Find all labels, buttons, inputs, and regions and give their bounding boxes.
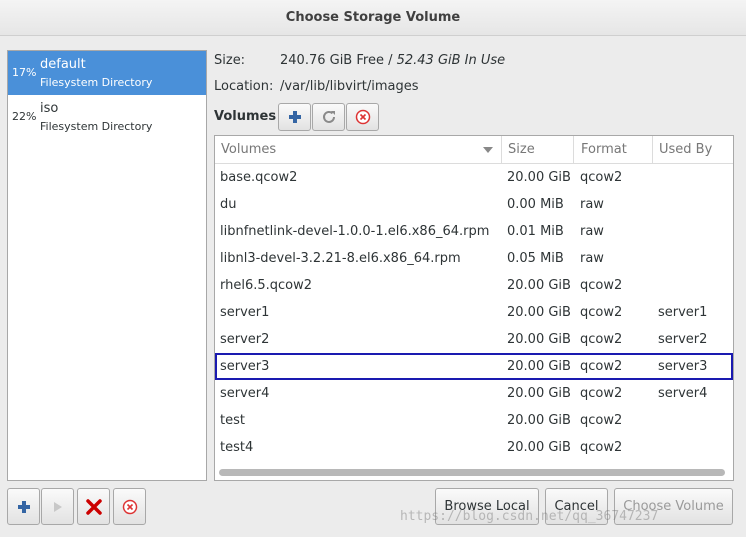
cell-format: qcow2 (580, 359, 623, 374)
size-value: 240.76 GiB Free / 52.43 GiB In Use (280, 53, 505, 68)
pool-name: default (40, 57, 86, 72)
cell-size: 0.00 MiB (507, 197, 564, 212)
refresh-volumes-button[interactable] (312, 103, 345, 131)
cell-size: 20.00 GiB (507, 440, 571, 455)
stop-icon (355, 109, 371, 125)
cell-size: 20.00 GiB (507, 332, 571, 347)
pool-item-iso[interactable]: 22% iso Filesystem Directory (8, 95, 206, 139)
cell-used-by (653, 245, 733, 272)
cell-name: du (220, 197, 237, 212)
pool-usage: 17% (12, 66, 37, 79)
cancel-button[interactable]: Cancel (545, 488, 608, 525)
pool-usage: 22% (12, 110, 37, 123)
refresh-icon (321, 109, 337, 125)
size-free: 240.76 GiB Free / (280, 53, 397, 68)
cell-format: qcow2 (580, 413, 623, 428)
pool-type: Filesystem Directory (40, 120, 153, 133)
cell-format: raw (580, 251, 604, 266)
cell-name: rhel6.5.qcow2 (220, 278, 313, 293)
cell-name: server1 (220, 305, 270, 320)
cell-used-by (653, 272, 733, 299)
table-row[interactable]: server4 20.00 GiB qcow2 server4 (215, 380, 733, 407)
cell-name: test (220, 413, 245, 428)
plus-icon (288, 110, 302, 124)
cell-format: qcow2 (580, 305, 623, 320)
table-row[interactable]: du 0.00 MiB raw (215, 191, 733, 218)
cell-size: 20.00 GiB (507, 359, 571, 374)
cell-used-by: server4 (658, 386, 708, 401)
cell-name: libnl3-devel-3.2.21-8.el6.x86_64.rpm (220, 251, 461, 266)
table-row[interactable]: rhel6.5.qcow2 20.00 GiB qcow2 (215, 272, 733, 299)
cell-used-by: server2 (658, 332, 708, 347)
table-row[interactable]: libnfnetlink-devel-1.0.0-1.el6.x86_64.rp… (215, 218, 733, 245)
cell-used-by: server1 (658, 305, 708, 320)
cell-name: test4 (220, 440, 254, 455)
cell-format: qcow2 (580, 278, 623, 293)
table-row[interactable]: server1 20.00 GiB qcow2 server1 (215, 299, 733, 326)
cell-used-by (653, 218, 733, 245)
table-row[interactable]: server3 20.00 GiB qcow2 server3 (215, 353, 733, 380)
cell-format: raw (580, 224, 604, 239)
add-volume-button[interactable] (278, 103, 311, 131)
pool-item-default[interactable]: 17% default Filesystem Directory (8, 51, 206, 95)
cell-format: qcow2 (580, 386, 623, 401)
table-row[interactable]: libnl3-devel-3.2.21-8.el6.x86_64.rpm 0.05… (215, 245, 733, 272)
delete-pool-button[interactable] (77, 488, 110, 525)
delete-volume-button[interactable] (346, 103, 379, 131)
cell-name: server3 (220, 359, 270, 374)
cell-size: 20.00 GiB (507, 413, 571, 428)
column-header-size[interactable]: Size (502, 136, 574, 164)
location-value: /var/lib/libvirt/images (280, 79, 419, 94)
cell-name: base.qcow2 (220, 170, 298, 185)
cell-size: 20.00 GiB (507, 386, 571, 401)
stop-pool-button[interactable] (113, 488, 146, 525)
cell-used-by: server3 (658, 359, 708, 374)
choose-volume-button[interactable]: Choose Volume (614, 488, 733, 525)
table-header: Volumes Size Format Used By (215, 136, 733, 164)
horizontal-scrollbar[interactable] (219, 469, 725, 476)
cell-name: server4 (220, 386, 270, 401)
cell-size: 20.00 GiB (507, 305, 571, 320)
cell-name: server2 (220, 332, 270, 347)
cell-size: 0.01 MiB (507, 224, 564, 239)
cell-format: qcow2 (580, 332, 623, 347)
cell-used-by (653, 164, 733, 191)
location-label: Location: (214, 79, 274, 94)
delete-x-icon (85, 498, 103, 516)
size-inuse: 52.43 GiB In Use (396, 53, 506, 68)
pool-type: Filesystem Directory (40, 76, 153, 89)
cell-used-by (653, 191, 733, 218)
column-header-volumes[interactable]: Volumes (215, 136, 502, 164)
cell-size: 20.00 GiB (507, 278, 571, 293)
cell-used-by (653, 407, 733, 434)
cell-name: libnfnetlink-devel-1.0.0-1.el6.x86_64.rp… (220, 224, 490, 239)
cell-size: 0.05 MiB (507, 251, 564, 266)
volumes-label: Volumes (214, 109, 277, 124)
plus-icon (17, 500, 31, 514)
table-row[interactable]: test 20.00 GiB qcow2 (215, 407, 733, 434)
add-pool-button[interactable] (7, 488, 40, 525)
table-row[interactable]: test4 20.00 GiB qcow2 (215, 434, 733, 461)
table-row[interactable]: server2 20.00 GiB qcow2 server2 (215, 326, 733, 353)
play-icon (53, 501, 63, 513)
sort-descending-icon (483, 147, 493, 153)
start-pool-button[interactable] (41, 488, 74, 525)
dialog-title: Choose Storage Volume (0, 0, 746, 36)
browse-local-button[interactable]: Browse Local (435, 488, 539, 525)
cell-format: qcow2 (580, 170, 623, 185)
cell-size: 20.00 GiB (507, 170, 571, 185)
table-row[interactable]: base.qcow2 20.00 GiB qcow2 (215, 164, 733, 191)
storage-pool-list[interactable]: 17% default Filesystem Directory 22% iso… (7, 50, 207, 481)
cell-used-by (653, 434, 733, 461)
column-header-format[interactable]: Format (575, 136, 653, 164)
cell-format: qcow2 (580, 440, 623, 455)
size-label: Size: (214, 53, 246, 68)
volumes-table[interactable]: Volumes Size Format Used By base.qcow2 20… (214, 135, 734, 481)
pool-name: iso (40, 101, 59, 116)
column-header-used-by[interactable]: Used By (653, 136, 733, 164)
cell-format: raw (580, 197, 604, 212)
stop-icon (122, 499, 138, 515)
